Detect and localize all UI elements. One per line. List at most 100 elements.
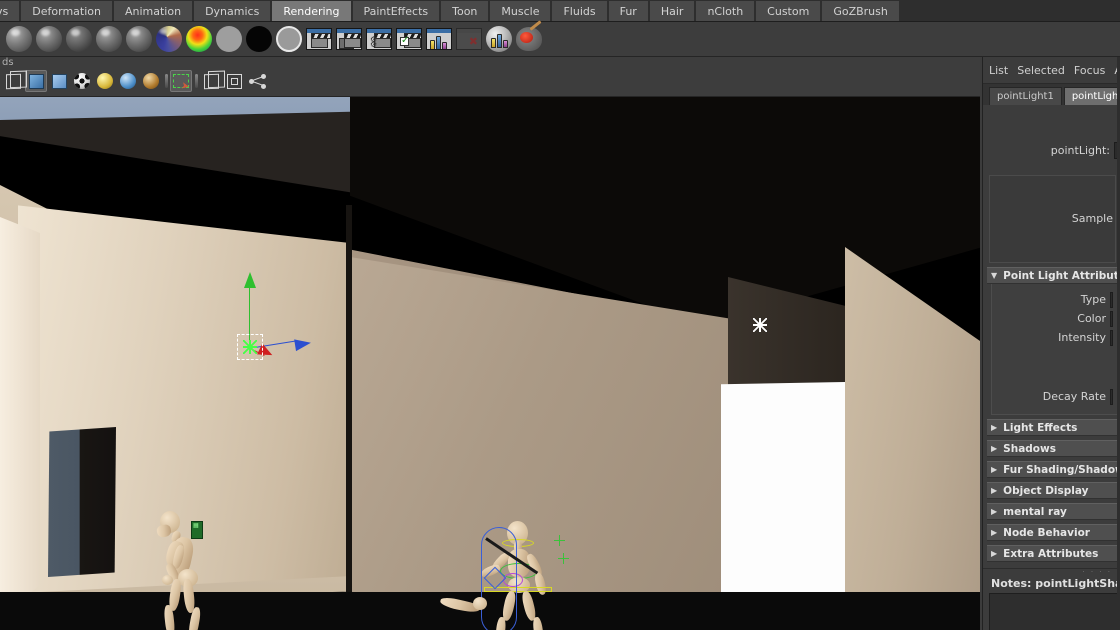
bright-window-plane — [721, 382, 845, 607]
section-title: mental ray — [1003, 505, 1067, 518]
notes-area: · · · · Notes: pointLightShape1 — [983, 568, 1120, 630]
notes-textarea[interactable] — [989, 593, 1118, 630]
chevron-right-icon: ▶ — [991, 549, 998, 558]
section-point-light-attributes[interactable]: ▼ Point Light Attributes — [987, 267, 1120, 284]
section-mental-ray[interactable]: ▶ mental ray — [987, 503, 1120, 520]
chevron-right-icon: ▶ — [991, 528, 998, 537]
tab-deformation[interactable]: Deformation — [21, 1, 114, 21]
hypershade-icon[interactable] — [184, 24, 214, 54]
section-title: Light Effects — [1003, 421, 1078, 434]
axis-y-line — [249, 280, 250, 340]
tab-muscle[interactable]: Muscle — [490, 1, 553, 21]
playblast-icon[interactable] — [304, 24, 334, 54]
render-settings-ramp-icon[interactable] — [154, 24, 184, 54]
render-globals-sphere-icon[interactable] — [484, 24, 514, 54]
node-tabs: pointLight1 pointLightSha — [983, 83, 1120, 105]
attribute-editor-body: pointLight: Sample ▼ Point Light Attribu… — [983, 127, 1120, 630]
tab-fur[interactable]: Fur — [608, 1, 650, 21]
paint-effects-icon[interactable] — [514, 24, 544, 54]
chevron-right-icon: ▶ — [991, 444, 998, 453]
render-layers-icon[interactable] — [424, 24, 454, 54]
notes-label: Notes: pointLightShape1 — [991, 577, 1120, 590]
tab-custom[interactable]: Custom — [756, 1, 823, 21]
wall-divider-edge — [346, 205, 352, 630]
wall-right-lit — [845, 247, 980, 630]
batch-render-options-icon[interactable]: ⚙ ⚙ — [364, 24, 394, 54]
refresh-ipr-image-icon[interactable] — [94, 24, 124, 54]
redo-previous-render-icon[interactable] — [34, 24, 64, 54]
tab-label: Fluids — [563, 4, 596, 18]
display-shelf: ds — [0, 57, 980, 97]
tab-ncloth[interactable]: nCloth — [696, 1, 757, 21]
tab-subdivs[interactable]: divs — [0, 1, 22, 21]
tab-toon[interactable]: Toon — [441, 1, 491, 21]
display-outline-icon[interactable] — [274, 24, 304, 54]
sample-swatch-panel: Sample — [989, 175, 1116, 263]
smooth-shade-selected-icon[interactable] — [48, 70, 70, 92]
tab-gozbrush[interactable]: GoZBrush — [822, 1, 901, 21]
axis-y-arrow[interactable] — [244, 272, 256, 288]
wall-left-lit — [0, 217, 40, 617]
batch-render-icon[interactable] — [334, 24, 364, 54]
ipr-render-icon[interactable] — [64, 24, 94, 54]
tab-dynamics[interactable]: Dynamics — [194, 1, 273, 21]
chevron-right-icon: ▶ — [991, 465, 998, 474]
section-shadows[interactable]: ▶ Shadows — [987, 440, 1120, 457]
tab-pointlight1[interactable]: pointLight1 — [989, 87, 1062, 105]
menu-selected[interactable]: Selected — [1017, 64, 1065, 77]
jaw-bone — [155, 523, 173, 539]
separator-handle-icon[interactable] — [163, 72, 169, 90]
menu-list[interactable]: List — [989, 64, 1008, 77]
input-intensity[interactable] — [1110, 329, 1113, 346]
menu-focus[interactable]: Focus — [1074, 64, 1105, 77]
render-current-frame-icon[interactable] — [4, 24, 34, 54]
display-black-icon[interactable] — [244, 24, 274, 54]
ipr-tune-region-icon[interactable] — [124, 24, 154, 54]
section-title: Node Behavior — [1003, 526, 1090, 539]
tab-hair[interactable]: Hair — [649, 1, 697, 21]
rendering-toolbar: ⚙⚙ ✖ — [0, 22, 1120, 57]
section-fur-shading-shadow[interactable]: ▶ Fur Shading/Shadow — [987, 461, 1120, 478]
tab-animation[interactable]: Animation — [113, 1, 195, 21]
tab-label: Deformation — [32, 4, 101, 18]
input-type[interactable] — [1110, 291, 1113, 308]
section-extra-attributes[interactable]: ▶ Extra Attributes — [987, 545, 1120, 562]
tab-pointlightshape1[interactable]: pointLightSha — [1063, 87, 1120, 105]
cancel-batch-render-icon[interactable]: ✖ — [454, 24, 484, 54]
point-light-secondary-icon[interactable] — [753, 318, 767, 332]
label-intensity: Intensity — [1058, 331, 1106, 344]
display-flat-gray-icon[interactable] — [214, 24, 244, 54]
row-type: Type — [992, 290, 1115, 309]
ik-cross-control-a — [554, 535, 565, 546]
section-light-effects[interactable]: ▶ Light Effects — [987, 419, 1120, 436]
tab-painteffects[interactable]: PaintEffects — [352, 1, 442, 21]
hierarchy-mode-icon[interactable] — [246, 70, 268, 92]
tab-label: Muscle — [501, 4, 540, 18]
smooth-shade-all-icon[interactable] — [25, 70, 47, 92]
use-default-material-icon[interactable] — [71, 70, 93, 92]
marquee-select-icon[interactable] — [170, 70, 192, 92]
section-node-behavior[interactable]: ▶ Node Behavior — [987, 524, 1120, 541]
separator-handle-2-icon[interactable] — [193, 72, 199, 90]
tab-label: Dynamics — [205, 4, 260, 18]
section-title: Fur Shading/Shadow — [1003, 463, 1120, 476]
component-mode-icon[interactable] — [223, 70, 245, 92]
scene-green-annotation: ▦ — [191, 521, 203, 539]
tab-label: Animation — [124, 4, 182, 18]
tab-fluids[interactable]: Fluids — [552, 1, 609, 21]
input-decay-rate[interactable] — [1110, 388, 1113, 405]
perspective-viewport[interactable]: ▦ — [0, 97, 980, 630]
chevron-right-icon: ▶ — [991, 486, 998, 495]
hardware-lighting-icon[interactable] — [140, 70, 162, 92]
wall-picture — [48, 427, 116, 577]
shade-options-yellow-icon[interactable] — [94, 70, 116, 92]
tab-rendering[interactable]: Rendering — [272, 1, 353, 21]
input-color[interactable] — [1110, 310, 1113, 327]
point-light-icon[interactable] — [243, 340, 257, 354]
wireframe-shading-icon[interactable] — [2, 70, 24, 92]
hardware-texturing-blue-icon[interactable] — [117, 70, 139, 92]
section-object-display[interactable]: ▶ Object Display — [987, 482, 1120, 499]
axis-z-arrow[interactable] — [294, 336, 312, 352]
object-mode-icon[interactable] — [200, 70, 222, 92]
render-view-check-icon[interactable] — [394, 24, 424, 54]
